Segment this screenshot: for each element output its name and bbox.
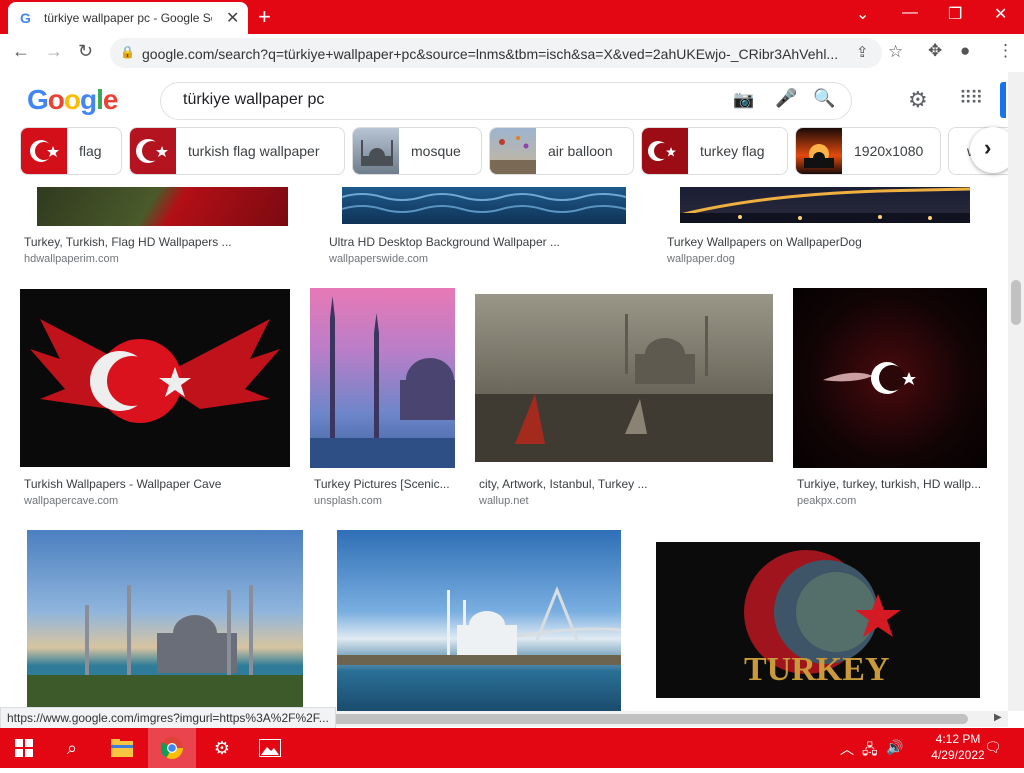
browser-title-bar: G türkiye wallpaper pc - Google Se ✕ + ⌄… [0,0,1024,34]
search-box[interactable]: 📷 🎤 🔍 [160,82,852,120]
lock-icon[interactable]: 🔒 [120,45,135,59]
close-window-button[interactable]: ✕ [994,4,1007,24]
windows-start-icon[interactable] [0,728,48,768]
chevron-right-icon: › [984,135,992,160]
chip-thumbnail [21,128,67,174]
chip-flag[interactable]: flag [20,127,122,175]
forward-icon[interactable]: → [45,41,63,62]
google-header: Google 📷 🎤 🔍 ⚙ ⠿⠿ flag turkish flag wall… [0,72,1016,187]
chip-1920x1080[interactable]: 1920x1080 [795,127,941,175]
chrome-icon[interactable] [148,728,196,768]
vertical-scrollbar[interactable] [1008,72,1024,711]
search-input[interactable] [181,90,715,110]
result-caption[interactable]: Turkiye, turkey, turkish, HD wallp... [797,477,987,491]
clock-time: 4:12 PM [935,732,981,746]
mic-icon[interactable]: 🎤 [775,88,797,109]
settings-icon[interactable]: ⚙ [198,728,246,768]
chip-turkish-flag-wallpaper[interactable]: turkish flag wallpaper [129,127,345,175]
reload-icon[interactable]: ↻ [78,41,93,62]
chip-label: turkish flag wallpaper [188,143,320,159]
result-caption[interactable]: Turkey Pictures [Scenic... [314,477,454,491]
extensions-icon[interactable]: ✥ [928,41,942,61]
address-bar[interactable]: 🔒 google.com/search?q=türkiye+wallpaper+… [110,38,903,68]
network-icon[interactable]: 🖧 [862,739,878,763]
chip-thumbnail [642,128,688,174]
result-image[interactable] [337,530,621,711]
result-image[interactable] [793,288,987,468]
turkey-overlay-text: TURKEY [744,651,889,688]
show-hidden-icons-icon[interactable]: ︿ [840,739,854,759]
result-image[interactable] [680,187,970,223]
chip-thumbnail [490,128,536,174]
scrollbar-thumb[interactable] [300,714,968,724]
result-source[interactable]: wallpaper.dog [667,253,735,265]
chip-label: 1920x1080 [854,143,924,159]
clock-date: 4/29/2022 [931,748,985,762]
address-toolbar: ← → ↻ 🔒 google.com/search?q=türkiye+wall… [0,34,1024,73]
tab-title: türkiye wallpaper pc - Google Se [44,11,212,25]
notifications-icon[interactable]: 🗨 [984,739,1002,756]
close-tab-icon[interactable]: ✕ [226,8,239,28]
result-image[interactable] [475,294,773,462]
chip-label: mosque [411,143,461,159]
camera-search-icon[interactable]: 📷 [733,90,754,110]
settings-gear-icon[interactable]: ⚙ [908,87,928,113]
browser-tab[interactable]: G türkiye wallpaper pc - Google Se ✕ [8,2,248,34]
minimize-button[interactable]: — [902,4,918,22]
search-icon[interactable]: ⌕ [48,728,96,768]
restore-button[interactable]: ❐ [948,4,962,24]
result-image[interactable]: TURKEY [656,542,980,698]
result-source[interactable]: peakpx.com [797,495,856,507]
account-edge [1000,82,1006,118]
bookmark-star-icon[interactable]: ☆ [888,42,903,62]
taskbar-clock[interactable]: 4:12 PM 4/29/2022 [928,731,988,763]
result-caption[interactable]: Turkish Wallpapers - Wallpaper Cave [24,477,290,491]
result-caption[interactable]: city, Artwork, Istanbul, Turkey ... [479,477,769,491]
chip-air-balloon[interactable]: air balloon [489,127,634,175]
chip-thumbnail [130,128,176,174]
chip-mosque[interactable]: mosque [352,127,482,175]
url-text[interactable]: google.com/search?q=türkiye+wallpaper+pc… [142,46,842,62]
share-icon[interactable]: ⇪ [856,43,869,61]
google-logo[interactable]: Google [27,84,118,116]
search-icon[interactable]: 🔍 [813,88,835,109]
back-icon[interactable]: ← [12,41,30,62]
related-search-chips: flag turkish flag wallpaper mosque air b… [0,127,1016,175]
result-source[interactable]: unsplash.com [314,495,382,507]
chip-thumbnail [353,128,399,174]
result-source[interactable]: hdwallpaperim.com [24,253,119,265]
link-status-url: https://www.google.com/imgres?imgurl=htt… [0,707,336,729]
result-image[interactable] [310,288,455,468]
result-image[interactable] [20,289,290,467]
result-source[interactable]: wallpaperswide.com [329,253,428,265]
result-source[interactable]: wallup.net [479,495,529,507]
photos-icon[interactable] [246,728,294,768]
menu-icon[interactable]: ⋮ [997,41,1014,61]
result-caption[interactable]: Ultra HD Desktop Background Wallpaper ..… [329,235,629,249]
windows-taskbar: ⌕ ⚙ ︿ 🖧 🔊 4:12 PM 4/29/2022 🗨 [0,728,1024,768]
result-caption[interactable]: Turkey, Turkish, Flag HD Wallpapers ... [24,235,294,249]
chip-label: flag [79,143,102,159]
scroll-right-arrow-icon[interactable]: ▶ [994,712,1002,723]
scrollbar-thumb[interactable] [1011,280,1021,325]
tab-search-icon[interactable]: ⌄ [856,4,869,24]
result-image[interactable] [342,187,626,224]
new-tab-button[interactable]: + [258,4,271,30]
result-image[interactable] [27,530,303,711]
google-favicon-icon: G [20,10,31,26]
result-caption[interactable]: Turkey Wallpapers on WallpaperDog [667,235,967,249]
chip-label: air balloon [548,143,613,159]
result-image[interactable] [37,187,288,226]
apps-grid-icon[interactable]: ⠿⠿ [959,88,983,109]
file-explorer-icon[interactable] [98,728,146,768]
volume-icon[interactable]: 🔊 [886,739,903,756]
chip-label: turkey flag [700,143,765,159]
chip-turkey-flag[interactable]: turkey flag [641,127,788,175]
profile-icon[interactable]: ● [960,41,970,61]
image-results-grid: Turkey, Turkish, Flag HD Wallpapers ... … [0,187,1008,711]
result-source[interactable]: wallpapercave.com [24,495,118,507]
chip-thumbnail [796,128,842,174]
